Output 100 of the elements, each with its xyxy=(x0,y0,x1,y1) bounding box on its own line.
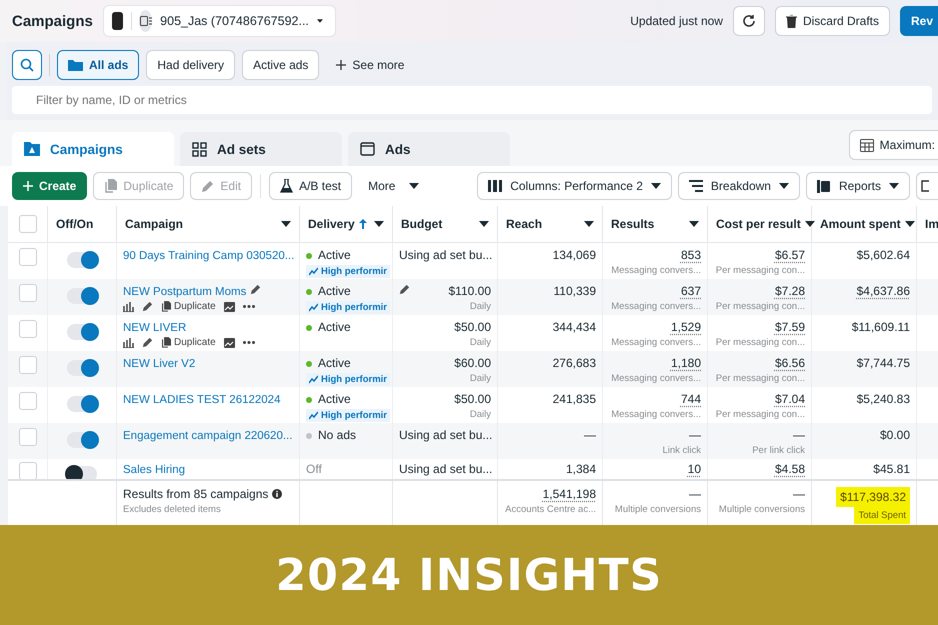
results-value: 10 xyxy=(688,462,701,476)
reach-value: 241,835 xyxy=(552,392,596,406)
budget-text: Using ad set bu... xyxy=(399,462,492,476)
cost-value: $7.28 xyxy=(774,284,805,298)
view-tab[interactable]: Campaigns xyxy=(12,132,174,166)
reports-icon xyxy=(816,180,831,192)
table-row[interactable]: Sales Hiring Off Using ad set bu... 1,384 10 $4.58 $45.81 xyxy=(8,459,938,479)
reach-value: 110,339 xyxy=(554,284,596,298)
duplicate-link[interactable]: Duplicate xyxy=(161,301,216,312)
toggle-switch[interactable] xyxy=(67,360,97,376)
campaign-link[interactable]: NEW Postpartum Moms xyxy=(123,286,246,298)
campaign-link[interactable]: NEW LADIES TEST 26122024 xyxy=(123,394,280,406)
cost-value-label: Per messaging con... xyxy=(716,265,805,276)
refresh-icon xyxy=(742,14,756,28)
row-checkbox[interactable] xyxy=(18,248,36,266)
caret-icon xyxy=(689,221,699,227)
search-icon xyxy=(20,58,34,72)
view-tab[interactable]: Ads xyxy=(348,132,510,166)
refresh-button[interactable] xyxy=(732,6,765,36)
campaign-link[interactable]: Sales Hiring xyxy=(123,464,185,476)
table-row[interactable]: Engagement campaign 220620... No ads Using ad set bu... — — Link click — Per link click $0.00 xyxy=(8,423,938,459)
filter-chip[interactable]: All ads xyxy=(57,50,140,80)
select-all-checkbox[interactable] xyxy=(18,215,36,233)
duplicate-link[interactable]: Duplicate xyxy=(161,337,216,348)
cost-value-label: Per messaging con... xyxy=(716,373,805,384)
campaign-link[interactable]: Engagement campaign 220620... xyxy=(123,430,292,442)
copy-icon xyxy=(104,179,118,193)
amount-value: $7,744.75 xyxy=(856,356,910,370)
maximum-button[interactable]: Maximum: xyxy=(848,130,938,160)
cost-value: $7.04 xyxy=(774,392,805,406)
column-header[interactable]: Budget xyxy=(401,217,489,231)
view-tab[interactable]: Ad sets xyxy=(180,132,342,166)
view-menu-button[interactable]: Breakdown xyxy=(678,172,800,200)
review-button[interactable]: Rev xyxy=(900,6,938,36)
column-header[interactable]: Reach xyxy=(506,217,594,231)
cost-value: $6.56 xyxy=(774,356,805,370)
toolbar-button[interactable]: Create xyxy=(12,172,88,200)
search-button[interactable] xyxy=(12,50,42,80)
account-selector[interactable]: 905_Jas (707486767592... xyxy=(102,5,336,37)
column-header[interactable]: Results xyxy=(611,217,699,231)
row-checkbox[interactable] xyxy=(18,284,36,302)
flask-icon xyxy=(280,179,294,193)
toolbar-button[interactable]: A/B test xyxy=(269,172,352,200)
column-header[interactable]: Amount spent xyxy=(820,217,915,231)
account-icon xyxy=(139,10,152,32)
delivery-status: Active xyxy=(318,284,351,298)
budget-amount: $50.00 xyxy=(454,392,491,406)
cost-value-label: Per messaging con... xyxy=(716,301,805,312)
view-menu-button[interactable]: Columns: Performance 2 xyxy=(477,172,672,200)
pencil-icon xyxy=(399,284,410,295)
grid-icon xyxy=(192,142,207,156)
delivery-status: Active xyxy=(318,248,351,262)
export-button[interactable] xyxy=(916,172,938,200)
column-header[interactable]: Delivery xyxy=(308,217,384,231)
account-name: 905_Jas (707486767592... xyxy=(160,14,309,28)
delivery-status: Active xyxy=(318,320,351,334)
view-menu-button[interactable]: Reports xyxy=(806,172,910,200)
toggle-switch[interactable] xyxy=(67,432,97,448)
reach-value: — xyxy=(584,428,596,442)
toggle-switch[interactable] xyxy=(67,324,97,340)
column-header[interactable]: Campaign xyxy=(125,217,291,231)
column-header[interactable]: Cost per result xyxy=(716,217,815,231)
see-more-button[interactable]: See more xyxy=(326,50,414,80)
row-checkbox[interactable] xyxy=(18,392,36,410)
toggle-switch[interactable] xyxy=(67,466,97,479)
budget-period: Daily xyxy=(470,409,491,420)
filter-chip[interactable]: Active ads xyxy=(242,50,320,80)
row-checkbox[interactable] xyxy=(18,356,36,374)
row-checkbox[interactable] xyxy=(18,428,36,446)
campaign-link[interactable]: 90 Days Training Camp 030520... xyxy=(123,250,294,262)
amount-value: $5,240.83 xyxy=(856,392,910,406)
plus-icon xyxy=(23,181,33,191)
budget-period: Daily xyxy=(470,337,491,348)
toggle-switch[interactable] xyxy=(67,252,97,268)
campaign-link[interactable]: NEW LIVER xyxy=(123,322,186,334)
discard-drafts-button[interactable]: Discard Drafts xyxy=(774,6,890,36)
amount-value: $0.00 xyxy=(880,428,910,442)
results-value: 1,529 xyxy=(670,320,701,334)
column-header[interactable]: Im xyxy=(925,217,938,231)
table-row[interactable]: NEW Liver V2 Active High performir $60.00 Daily 276,683 1,180 Messaging convers... $6.56 Per messaging con... $7,744.75 xyxy=(8,351,938,387)
campaign-icon xyxy=(24,142,40,156)
filter-field[interactable]: Filter by name, ID or metrics xyxy=(12,86,932,114)
total-spent: $117,398.32 xyxy=(836,487,910,507)
performance-badge: High performir xyxy=(306,301,390,314)
toggle-switch[interactable] xyxy=(67,288,97,304)
budget-period: Daily xyxy=(470,373,491,384)
chart-icon xyxy=(123,338,134,348)
table-row[interactable]: NEW Postpartum Moms Duplicate Active High performir $110.00 Daily 110,339 637 Messaging convers... $7.28 Per messaging con... $4,637.86 xyxy=(8,279,938,315)
budget-period: Daily xyxy=(470,301,491,312)
column-header[interactable]: Off/On xyxy=(56,217,108,231)
chart-icon xyxy=(123,302,134,312)
toggle-switch[interactable] xyxy=(67,396,97,412)
campaign-link[interactable]: NEW Liver V2 xyxy=(123,358,196,370)
filter-chip[interactable]: Had delivery xyxy=(146,50,236,80)
trash-icon xyxy=(786,14,797,28)
row-checkbox[interactable] xyxy=(18,462,36,479)
row-checkbox[interactable] xyxy=(18,320,36,338)
banner-title: 2024 INSIGHTS xyxy=(276,550,662,600)
caret-icon xyxy=(374,221,384,227)
total-cost: — xyxy=(793,487,805,501)
